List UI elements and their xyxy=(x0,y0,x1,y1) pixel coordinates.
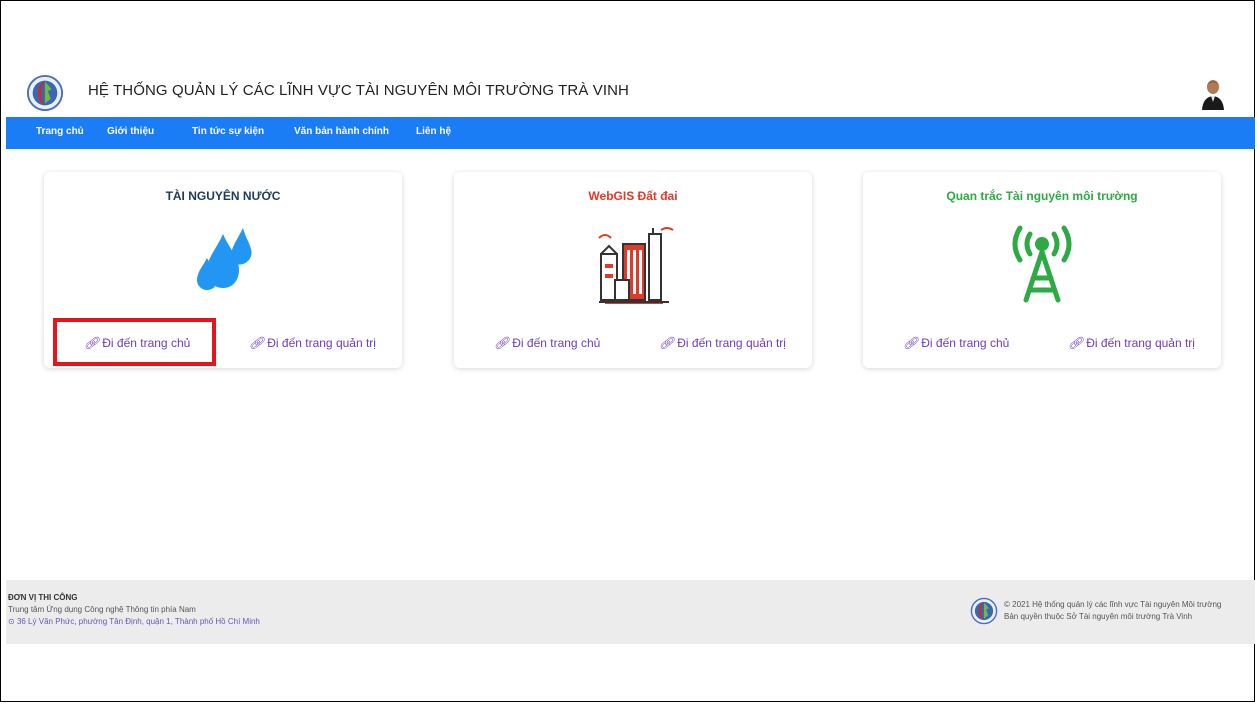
card-webgis-land: WebGIS Đất đai 🔗︎ Đi đến trang chủ 🔗︎ Đi đ… xyxy=(454,172,812,368)
logo-icon[interactable] xyxy=(26,74,64,112)
footer: ĐƠN VỊ THI CÔNG Trung tâm Ứng dụng Công … xyxy=(6,580,1255,644)
nav-item-documents[interactable]: Văn bản hành chính xyxy=(294,126,389,137)
link-icon: 🔗︎ xyxy=(249,336,265,350)
card-link-admin[interactable]: 🔗︎ Đi đến trang quản trị xyxy=(659,336,786,350)
water-drops-icon xyxy=(197,228,252,290)
nav-item-contact[interactable]: Liên hệ xyxy=(416,126,451,137)
nav-item-news[interactable]: Tin tức sự kiện xyxy=(192,126,264,137)
city-buildings-icon xyxy=(598,227,674,304)
antenna-tower-icon xyxy=(1012,225,1072,303)
card-title: WebGIS Đất đai xyxy=(588,189,678,203)
link-icon: 🔗︎ xyxy=(494,336,510,350)
card-link-home[interactable]: 🔗︎ Đi đến trang chủ xyxy=(903,336,1009,350)
nav-item-home[interactable]: Trang chủ xyxy=(36,126,84,137)
card-link-admin[interactable]: 🔗︎ Đi đến trang quản trị xyxy=(249,336,376,350)
link-icon: 🔗︎ xyxy=(659,336,675,350)
footer-address[interactable]: ⊙ 36 Lý Văn Phức, phường Tân Định, quận … xyxy=(8,617,260,626)
card-link-admin[interactable]: 🔗︎ Đi đến trang quản trị xyxy=(1068,336,1195,350)
location-icon: ⊙ xyxy=(8,617,17,626)
footer-heading: ĐƠN VỊ THI CÔNG xyxy=(8,593,78,602)
card-environment-monitoring: Quan trắc Tài nguyên môi trường 🔗︎ Đi đến… xyxy=(863,172,1221,368)
card-title: Quan trắc Tài nguyên môi trường xyxy=(946,189,1138,203)
footer-logo-icon xyxy=(970,597,998,625)
header: HỆ THỐNG QUẢN LÝ CÁC LĨNH VỰC TÀI NGUYÊN… xyxy=(0,70,1257,116)
footer-owner: Bản quyền thuộc Sở Tài nguyên môi trường… xyxy=(1004,612,1193,621)
app-title: HỆ THỐNG QUẢN LÝ CÁC LĨNH VỰC TÀI NGUYÊN… xyxy=(88,82,629,99)
footer-organization: Trung tâm Ứng dụng Công nghệ Thông tin p… xyxy=(8,605,196,614)
user-avatar-icon[interactable] xyxy=(1200,78,1226,110)
link-icon: 🔗︎ xyxy=(1068,336,1084,350)
highlight-box xyxy=(53,318,216,366)
main-navbar: Trang chủ Giới thiệu Tin tức sự kiện Văn… xyxy=(6,117,1255,149)
card-link-home[interactable]: 🔗︎ Đi đến trang chủ xyxy=(494,336,600,350)
footer-copyright: © 2021 Hệ thống quản lý các lĩnh vực Tài… xyxy=(1004,600,1222,609)
card-title: TÀI NGUYÊN NƯỚC xyxy=(165,189,281,203)
link-icon: 🔗︎ xyxy=(903,336,919,350)
nav-item-about[interactable]: Giới thiệu xyxy=(107,126,154,137)
